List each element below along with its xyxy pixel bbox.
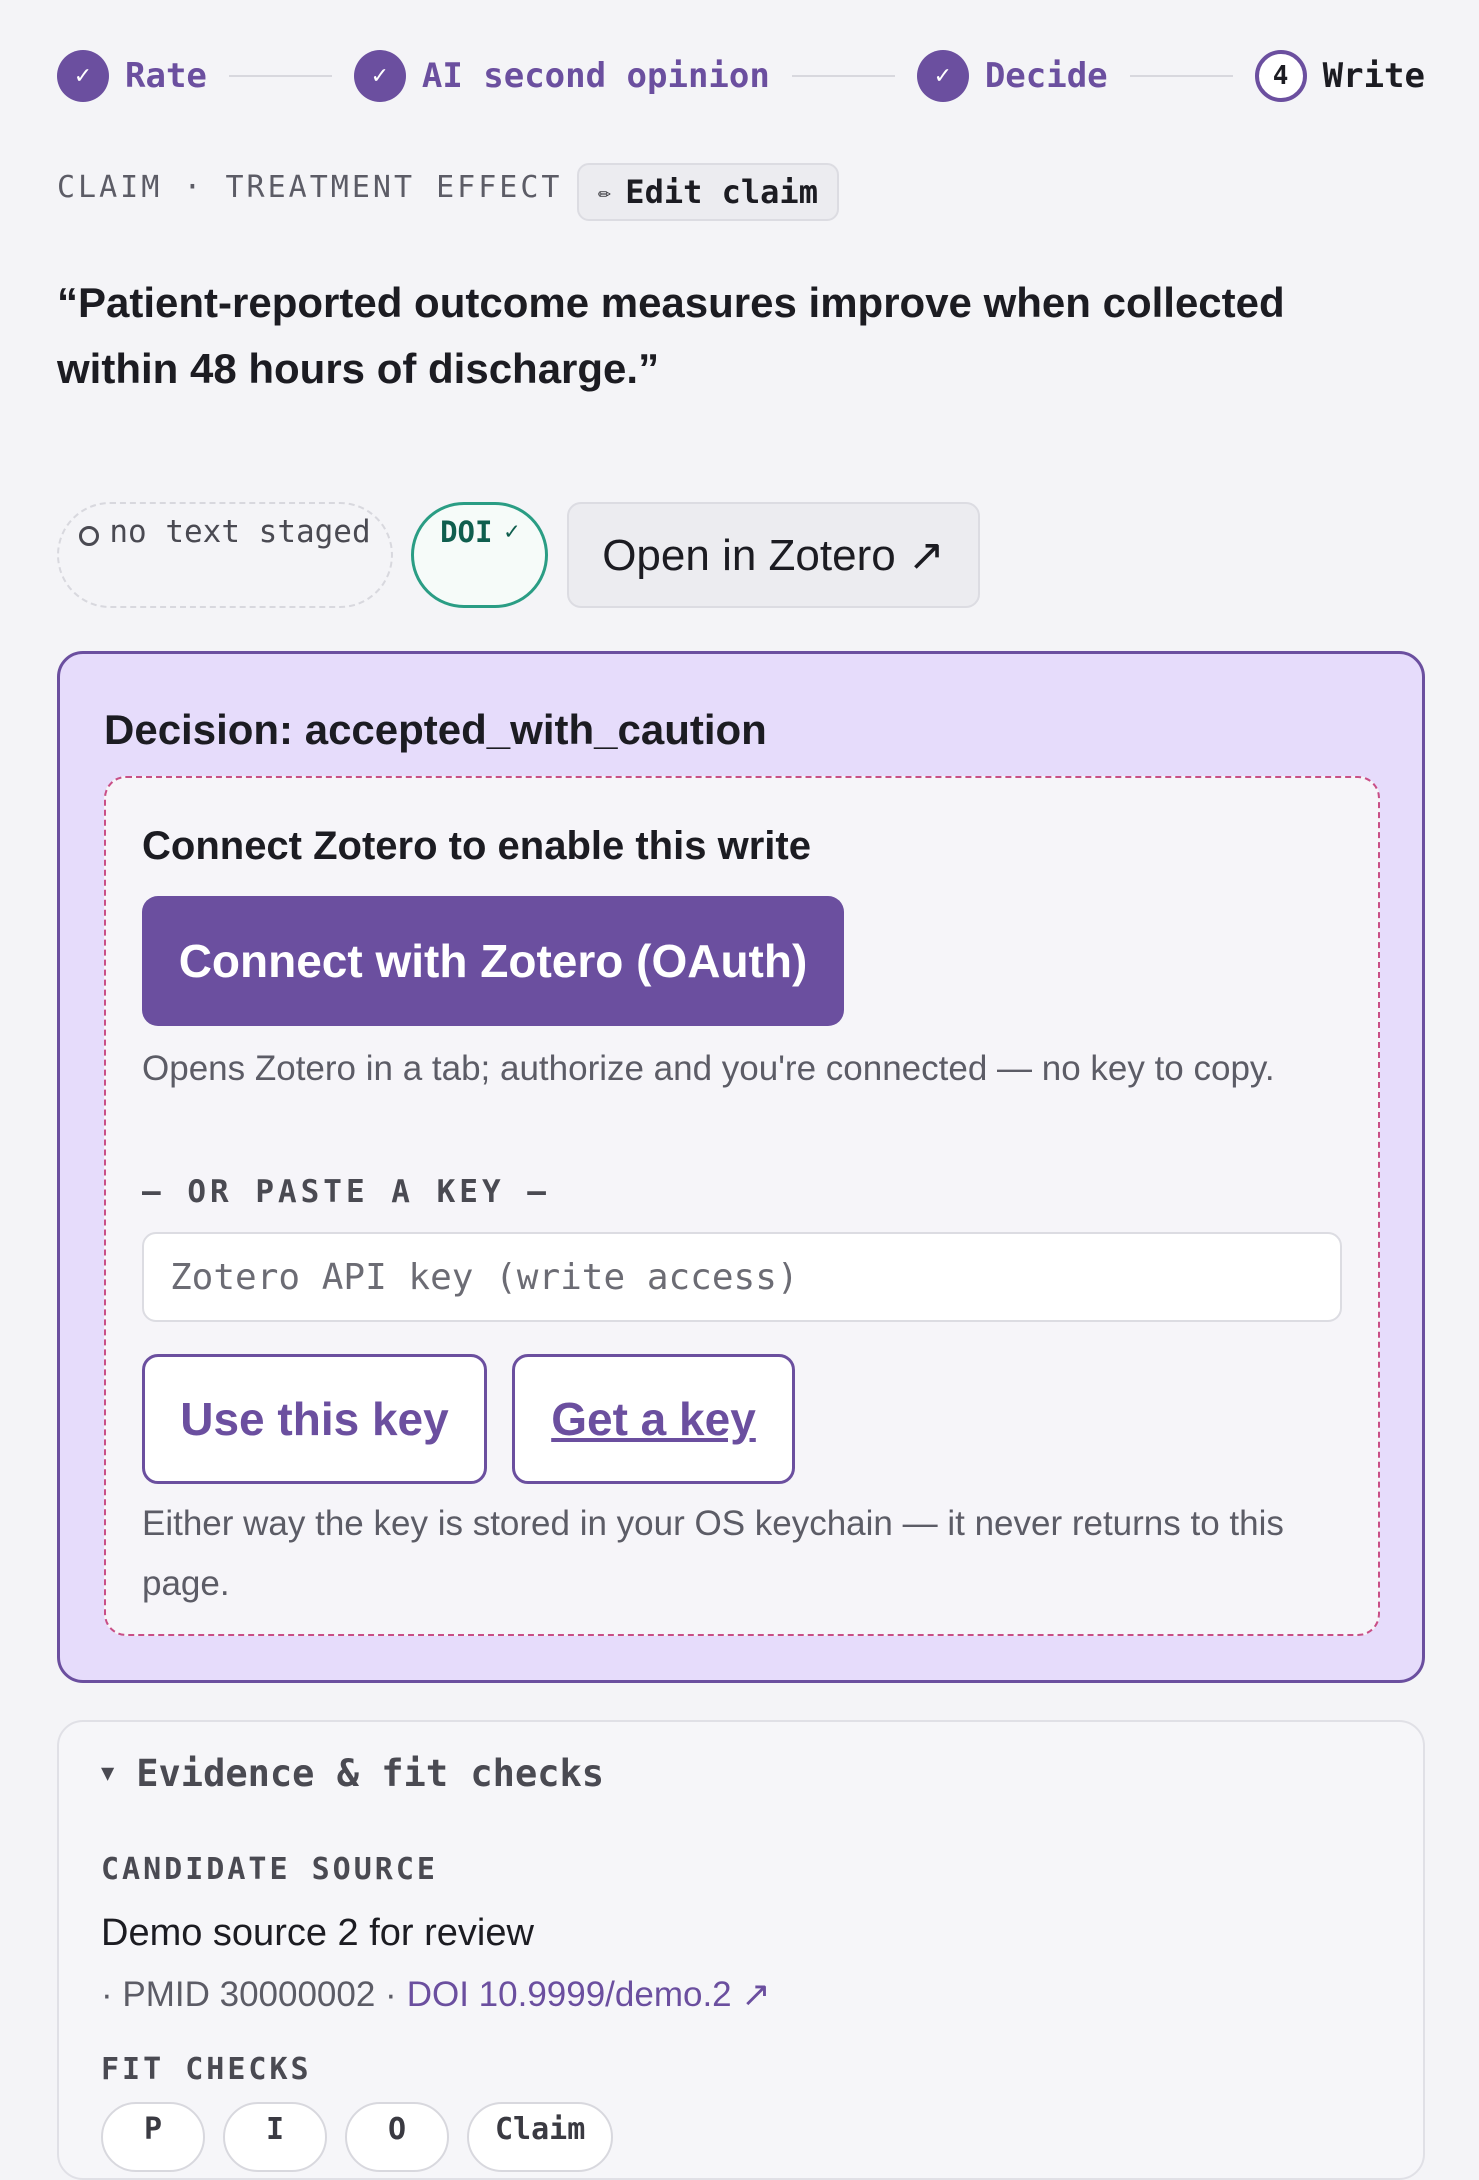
check-icon: ✓ [916, 50, 969, 102]
decision-panel: Decision: accepted_with_caution Connect … [57, 651, 1425, 1683]
step-connector [791, 75, 895, 77]
claim-quote: “Patient-reported outcome measures impro… [57, 279, 1285, 392]
candidate-source-kicker: CANDIDATE SOURCE [101, 1852, 438, 1887]
fit-check-chips: P I O Claim [101, 2102, 614, 2172]
edit-claim-label: Edit claim [625, 173, 818, 211]
step-rate[interactable]: ✓ Rate [57, 50, 207, 102]
claim-kicker: CLAIM · TREATMENT EFFECT [57, 170, 563, 205]
empty-circle-icon [79, 526, 100, 546]
fit-chip-o[interactable]: O [345, 2102, 449, 2172]
check-icon: ✓ [353, 50, 406, 102]
open-in-zotero-button[interactable]: Open in Zotero ↗ [567, 502, 980, 608]
source-meta: · PMID 30000002 · DOI 10.9999/demo.2 ↗ [101, 1975, 771, 2015]
no-text-staged-label: no text staged [109, 514, 371, 550]
api-key-input[interactable] [142, 1232, 1342, 1322]
fit-checks-kicker: FIT CHECKS [101, 2052, 312, 2087]
source-doi-link[interactable]: DOI 10.9999/demo.2 ↗ [407, 1975, 771, 2015]
step-write[interactable]: 4 Write [1254, 50, 1425, 102]
evidence-summary-label: Evidence & fit checks [136, 1752, 605, 1795]
connect-title: Connect Zotero to enable this write [142, 824, 811, 868]
get-a-key-link[interactable]: Get a key [512, 1354, 795, 1484]
step-label: Decide [984, 56, 1108, 96]
step-label: Rate [125, 56, 207, 96]
step-label: AI second opinion [421, 56, 770, 96]
step-number: 4 [1254, 50, 1307, 102]
oauth-help-text: Opens Zotero in a tab; authorize and you… [142, 1049, 1275, 1088]
doi-label: DOI [440, 515, 493, 549]
evidence-panel: ▼ Evidence & fit checks CANDIDATE SOURCE… [57, 1720, 1425, 2180]
source-title: Demo source 2 for review [101, 1912, 534, 1954]
doi-status-chip: DOI ✓ [411, 502, 548, 608]
or-paste-divider: — OR PASTE A KEY — [142, 1174, 550, 1210]
edit-claim-button[interactable]: ✏ Edit claim [577, 163, 839, 221]
no-text-staged-chip: no text staged [57, 502, 393, 608]
step-decide[interactable]: ✓ Decide [916, 50, 1108, 102]
check-icon: ✓ [57, 50, 109, 102]
evidence-toggle[interactable]: ▼ Evidence & fit checks [101, 1752, 604, 1795]
source-pmid: · PMID 30000002 · [101, 1975, 397, 2014]
step-connector [228, 75, 332, 77]
fit-chip-claim[interactable]: Claim [467, 2102, 614, 2172]
pencil-icon: ✏ [598, 179, 612, 205]
check-icon: ✓ [504, 517, 519, 545]
decision-title: Decision: accepted_with_caution [104, 706, 767, 753]
step-connector [1129, 75, 1233, 77]
fit-chip-p[interactable]: P [101, 2102, 205, 2172]
use-this-key-button[interactable]: Use this key [142, 1354, 487, 1484]
fit-chip-i[interactable]: I [223, 2102, 327, 2172]
step-label: Write [1322, 56, 1425, 96]
caret-down-icon: ▼ [101, 1761, 115, 1786]
step-ai-second-opinion[interactable]: ✓ AI second opinion [353, 50, 770, 102]
connect-zotero-box: Connect Zotero to enable this write Conn… [104, 776, 1380, 1636]
progress-stepper: ✓ Rate ✓ AI second opinion ✓ Decide 4 Wr… [57, 48, 1425, 104]
keychain-note: Either way the key is stored in your OS … [142, 1504, 1284, 1603]
connect-oauth-button[interactable]: Connect with Zotero (OAuth) [142, 896, 844, 1026]
